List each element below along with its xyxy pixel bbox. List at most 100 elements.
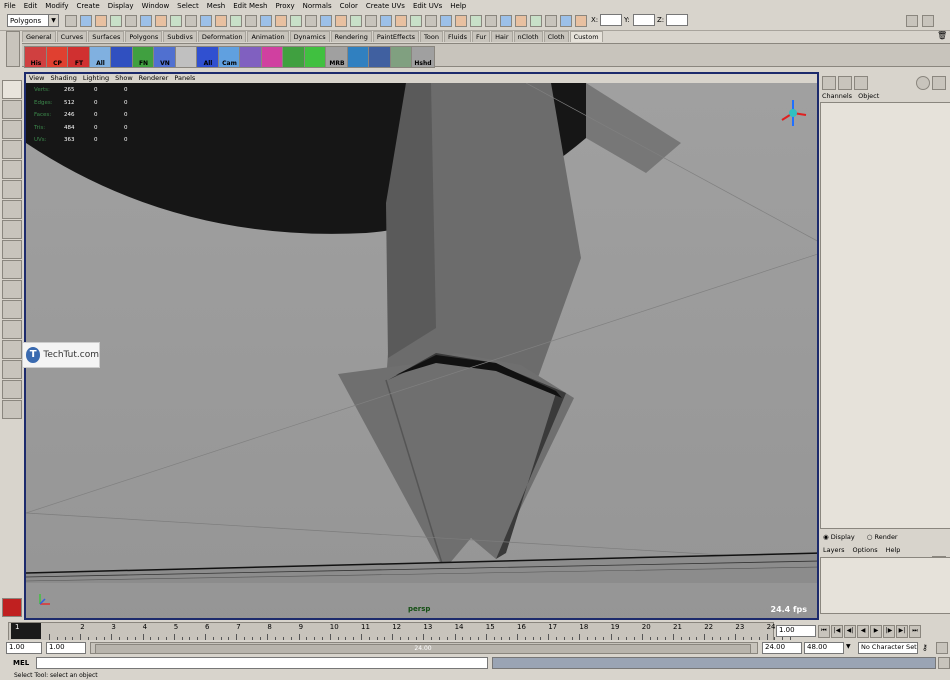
start-time-field[interactable]: 1.00 xyxy=(6,642,42,654)
tab-rendering[interactable]: Rendering xyxy=(330,31,372,42)
tab-surfaces[interactable]: Surfaces xyxy=(88,31,125,42)
script-editor-icon[interactable] xyxy=(938,657,950,669)
shelf-button-4[interactable] xyxy=(110,46,134,68)
layout-graph-icon[interactable] xyxy=(2,360,22,379)
tab-subdivs[interactable]: Subdivs xyxy=(163,31,197,42)
status-tool-icon[interactable] xyxy=(305,15,317,27)
shelf-button-15[interactable] xyxy=(346,46,371,68)
tab-fluids[interactable]: Fluids xyxy=(443,31,471,42)
status-tool-icon[interactable] xyxy=(245,15,257,27)
status-tool-icon[interactable] xyxy=(545,15,557,27)
tab-toon[interactable]: Toon xyxy=(420,31,443,42)
status-tool-icon[interactable] xyxy=(470,15,482,27)
scale-tool-icon[interactable] xyxy=(2,180,22,199)
status-tool-icon[interactable] xyxy=(500,15,512,27)
tab-curves[interactable]: Curves xyxy=(56,31,88,42)
go-to-end-icon[interactable]: ⏭ xyxy=(909,625,921,638)
status-tool-icon[interactable] xyxy=(80,15,92,27)
tab-custom[interactable]: Custom xyxy=(569,31,603,42)
soft-mod-icon[interactable] xyxy=(2,220,22,239)
playback-start-field[interactable]: 1.00 xyxy=(46,642,86,654)
go-to-start-icon[interactable]: ⏮ xyxy=(818,625,830,638)
status-tool-icon[interactable] xyxy=(170,15,182,27)
channel-box-toggle-icon[interactable] xyxy=(906,15,918,27)
mel-input[interactable] xyxy=(36,657,488,669)
show-manip-icon[interactable] xyxy=(2,240,22,259)
playback-end-field[interactable]: 24.00 xyxy=(762,642,802,654)
play-back-icon[interactable]: ◀ xyxy=(857,625,869,638)
panel-menu-renderer[interactable]: Renderer xyxy=(136,74,172,83)
status-tool-icon[interactable] xyxy=(215,15,227,27)
status-tool-icon[interactable] xyxy=(515,15,527,27)
end-time-field[interactable]: 48.00 xyxy=(804,642,844,654)
status-tool-icon[interactable] xyxy=(485,15,497,27)
shelf-button-6[interactable]: VN xyxy=(153,46,177,68)
layer-menu-options[interactable]: Options xyxy=(853,546,878,554)
panel-menu-view[interactable]: View xyxy=(26,74,47,83)
menu-create[interactable]: Create xyxy=(72,2,103,10)
status-tool-icon[interactable] xyxy=(560,15,572,27)
shelf-button-17[interactable] xyxy=(389,46,414,68)
layer-editor-icon[interactable] xyxy=(854,76,868,90)
radio-icon[interactable]: ◉ xyxy=(823,533,831,541)
layer-mode-render[interactable]: ○ Render xyxy=(867,533,898,541)
shelf-button-7[interactable] xyxy=(174,46,199,68)
shelf-button-0[interactable]: His xyxy=(24,46,48,68)
layout-single-icon[interactable] xyxy=(2,280,22,299)
trash-icon[interactable]: 🗑 xyxy=(937,31,947,41)
tab-dynamics[interactable]: Dynamics xyxy=(289,31,330,42)
key-icon[interactable]: ⚷ xyxy=(922,643,934,653)
shelf-button-8[interactable]: All xyxy=(196,46,220,68)
status-tool-icon[interactable] xyxy=(575,15,587,27)
select-tool-icon[interactable] xyxy=(2,80,22,99)
shelf-button-1[interactable]: CP xyxy=(45,46,70,68)
status-tool-icon[interactable] xyxy=(125,15,137,27)
status-tool-icon[interactable] xyxy=(140,15,152,27)
shelf-button-10[interactable] xyxy=(239,46,263,68)
lasso-tool-icon[interactable] xyxy=(2,100,22,119)
status-tool-icon[interactable] xyxy=(110,15,122,27)
status-tool-icon[interactable] xyxy=(395,15,407,27)
layout-persp-icon[interactable] xyxy=(2,320,22,339)
rotate-tool-icon[interactable] xyxy=(2,160,22,179)
tab-polygons[interactable]: Polygons xyxy=(125,31,163,42)
status-tool-icon[interactable] xyxy=(365,15,377,27)
status-tool-icon[interactable] xyxy=(440,15,452,27)
panel-menu-shading[interactable]: Shading xyxy=(47,74,79,83)
status-tool-icon[interactable] xyxy=(155,15,167,27)
menu-help[interactable]: Help xyxy=(446,2,470,10)
tab-painteffects[interactable]: PaintEffects xyxy=(372,31,420,42)
menu-edit[interactable]: Edit xyxy=(20,2,42,10)
attribute-editor-icon[interactable] xyxy=(838,76,852,90)
channel-box-icon[interactable] xyxy=(822,76,836,90)
status-tool-icon[interactable] xyxy=(275,15,287,27)
menu-edit-uvs[interactable]: Edit UVs xyxy=(409,2,446,10)
range-slider-handle[interactable]: 24.00 xyxy=(95,644,751,654)
menu-create-uvs[interactable]: Create UVs xyxy=(362,2,409,10)
chevron-down-icon[interactable]: ▼ xyxy=(846,643,858,653)
menu-file[interactable]: File xyxy=(0,2,20,10)
shelf-button-16[interactable] xyxy=(368,46,392,68)
status-tool-icon[interactable] xyxy=(230,15,242,27)
shelf-button-11[interactable] xyxy=(260,46,285,68)
menu-proxy[interactable]: Proxy xyxy=(271,2,298,10)
shelf-button-18[interactable]: Hshd xyxy=(411,46,435,68)
step-forward-key-icon[interactable]: ▶| xyxy=(896,625,908,638)
menu-edit-mesh[interactable]: Edit Mesh xyxy=(229,2,271,10)
channel-box-list[interactable] xyxy=(820,102,950,529)
panel-menu-lighting[interactable]: Lighting xyxy=(80,74,112,83)
step-back-icon[interactable]: ◀| xyxy=(844,625,856,638)
shelf-button-13[interactable] xyxy=(303,46,328,68)
menu-window[interactable]: Window xyxy=(138,2,174,10)
shelf-button-14[interactable]: MRB xyxy=(325,46,349,68)
shelf-menu-button[interactable] xyxy=(6,31,20,67)
layout-extra-icon[interactable] xyxy=(2,400,22,419)
status-tool-icon[interactable] xyxy=(425,15,437,27)
menu-color[interactable]: Color xyxy=(336,2,362,10)
anim-prefs-icon[interactable] xyxy=(936,642,948,654)
tab-general[interactable]: General xyxy=(22,31,56,42)
step-back-key-icon[interactable]: |◀ xyxy=(831,625,843,638)
menu-display[interactable]: Display xyxy=(104,2,138,10)
tab-hair[interactable]: Hair xyxy=(491,31,513,42)
menu-normals[interactable]: Normals xyxy=(299,2,336,10)
